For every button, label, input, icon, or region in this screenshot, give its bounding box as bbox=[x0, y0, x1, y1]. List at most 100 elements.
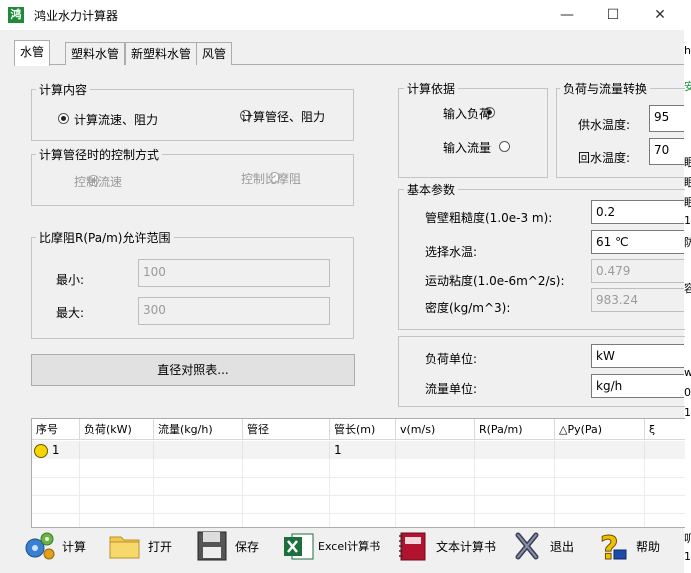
help-button[interactable]: ? 帮助 bbox=[596, 528, 680, 568]
row-flow-cell[interactable] bbox=[154, 441, 243, 459]
table-row[interactable]: 1 bbox=[32, 441, 80, 459]
excel-report-button[interactable]: Excel计算书 bbox=[282, 528, 387, 564]
flow-unit-select[interactable]: kg/h bbox=[591, 374, 684, 398]
load-unit-label: 负荷单位: bbox=[425, 352, 478, 366]
table-header-diameter[interactable]: 管径 bbox=[243, 419, 330, 440]
strip-char: 02 bbox=[684, 386, 691, 399]
row-load-cell[interactable] bbox=[80, 441, 154, 459]
strip-char: 1( bbox=[684, 406, 691, 419]
return-temp-field[interactable]: 70 bbox=[649, 138, 684, 165]
control-velocity-label: 控制流速 bbox=[74, 175, 123, 189]
exit-button[interactable]: 退出 bbox=[510, 528, 588, 564]
open-button[interactable]: 打开 bbox=[108, 528, 186, 564]
open-label: 打开 bbox=[148, 539, 173, 554]
roughness-label: 管壁粗糙度(1.0e-3 m): bbox=[425, 211, 553, 225]
calc-content-title: 计算内容 bbox=[36, 81, 91, 98]
gears-icon bbox=[22, 530, 56, 562]
roughness-field[interactable]: 0.2 bbox=[591, 200, 684, 224]
table-header-load[interactable]: 负荷(kW) bbox=[80, 419, 154, 440]
calc-basis-group bbox=[398, 88, 548, 178]
strip-char: 眠 bbox=[684, 156, 691, 169]
row-velocity-cell[interactable] bbox=[396, 441, 475, 459]
table-header-index[interactable]: 序号 bbox=[32, 419, 80, 440]
friction-range-title: 比摩阻R(Pa/m)允许范围 bbox=[36, 229, 174, 246]
table-header-length[interactable]: 管长(m) bbox=[330, 419, 396, 440]
return-temp-label: 回水温度: bbox=[578, 151, 631, 165]
text-report-button[interactable]: 文本计算书 bbox=[396, 528, 501, 564]
grid-line bbox=[554, 459, 555, 527]
control-friction-label: 控制比摩阻 bbox=[241, 172, 302, 186]
strip-char: 容 bbox=[684, 282, 691, 295]
table-header-flow[interactable]: 流量(kg/h) bbox=[154, 419, 243, 440]
exit-label: 退出 bbox=[550, 539, 575, 554]
grid-line bbox=[474, 459, 475, 527]
strip-char: 安 bbox=[684, 80, 691, 93]
load-unit-select[interactable]: kW bbox=[591, 344, 684, 368]
row-diameter-cell[interactable] bbox=[243, 441, 330, 459]
friction-max-label: 最大: bbox=[56, 306, 85, 320]
calc-velocity-radio[interactable] bbox=[58, 113, 69, 124]
background-window-strip: h 安 眠 眠 眠 1 防 容 w 02 1( 叽 1( bbox=[684, 30, 691, 573]
load-flow-title: 负荷与流量转换 bbox=[560, 80, 651, 97]
strip-char: 1( bbox=[684, 550, 691, 563]
save-label: 保存 bbox=[235, 539, 260, 554]
grid-line bbox=[32, 513, 685, 514]
input-load-label: 输入负荷 bbox=[443, 107, 492, 121]
smiley-icon bbox=[34, 443, 48, 458]
minimize-icon: — bbox=[560, 7, 574, 23]
strip-char: 1 bbox=[684, 214, 691, 227]
row-pressure-cell[interactable] bbox=[555, 441, 645, 459]
tab-plastic-pipe[interactable]: 塑料水管 bbox=[65, 42, 126, 65]
grid-line bbox=[32, 477, 685, 478]
viscosity-field[interactable]: 0.479 bbox=[591, 259, 684, 283]
density-label: 密度(kg/m^3): bbox=[425, 301, 511, 315]
tab-water-pipe[interactable]: 水管 bbox=[14, 40, 51, 66]
row-xi-cell[interactable] bbox=[645, 441, 685, 459]
excel-icon bbox=[282, 530, 316, 562]
excel-report-label: Excel计算书 bbox=[318, 540, 381, 553]
calculate-button[interactable]: 计算 bbox=[22, 528, 102, 564]
tab-new-plastic-pipe[interactable]: 新塑料水管 bbox=[125, 42, 198, 65]
maximize-button[interactable]: ☐ bbox=[590, 0, 636, 30]
strip-char: 叽 bbox=[684, 532, 691, 545]
grid-line bbox=[242, 459, 243, 527]
control-mode-title: 计算管径时的控制方式 bbox=[36, 146, 163, 163]
calc-diameter-label: 计算管径、阻力 bbox=[241, 110, 326, 124]
grid-line bbox=[32, 495, 685, 496]
basic-params-title: 基本参数 bbox=[404, 181, 459, 198]
grid-line bbox=[79, 459, 80, 527]
supply-temp-field[interactable]: 95 bbox=[649, 105, 684, 132]
result-table[interactable]: 序号 负荷(kW) 流量(kg/h) 管径 管长(m) v(m/s) R(Pa/… bbox=[31, 418, 685, 528]
table-header-velocity[interactable]: v(m/s) bbox=[396, 419, 475, 440]
floppy-disk-icon bbox=[195, 530, 229, 562]
flow-unit-label: 流量单位: bbox=[425, 382, 478, 396]
tab-air-duct[interactable]: 风管 bbox=[196, 42, 233, 65]
strip-char: h bbox=[684, 44, 691, 57]
window-title: 鸿业水力计算器 bbox=[34, 9, 119, 23]
strip-char: 眠 bbox=[684, 176, 691, 189]
close-button[interactable]: ✕ bbox=[637, 0, 683, 30]
calculate-label: 计算 bbox=[62, 539, 87, 554]
calc-velocity-label: 计算流速、阻力 bbox=[74, 113, 159, 127]
density-field[interactable]: 983.24 bbox=[591, 288, 684, 312]
water-temp-field[interactable]: 61 ℃ bbox=[591, 230, 684, 254]
text-report-label: 文本计算书 bbox=[436, 539, 497, 554]
friction-min-field[interactable]: 100 bbox=[138, 259, 330, 287]
table-header-xi[interactable]: ξ bbox=[645, 419, 685, 440]
friction-max-field[interactable]: 300 bbox=[138, 297, 330, 325]
strip-char: w bbox=[684, 366, 691, 379]
table-header-pressure[interactable]: △Py(Pa) bbox=[555, 419, 645, 440]
table-header-friction[interactable]: R(Pa/m) bbox=[475, 419, 555, 440]
minimize-button[interactable]: — bbox=[544, 0, 590, 30]
diameter-table-button[interactable]: 直径对照表... bbox=[31, 354, 355, 386]
save-button[interactable]: 保存 bbox=[195, 528, 273, 564]
grid-line bbox=[153, 459, 154, 527]
row-index: 1 bbox=[51, 443, 60, 457]
supply-temp-label: 供水温度: bbox=[578, 118, 631, 132]
viscosity-label: 运动粘度(1.0e-6m^2/s): bbox=[425, 274, 565, 288]
row-length-cell[interactable]: 1 bbox=[330, 441, 396, 459]
grid-line bbox=[395, 459, 396, 527]
help-label: 帮助 bbox=[636, 539, 661, 554]
notebook-icon bbox=[396, 530, 430, 562]
row-friction-cell[interactable] bbox=[475, 441, 555, 459]
